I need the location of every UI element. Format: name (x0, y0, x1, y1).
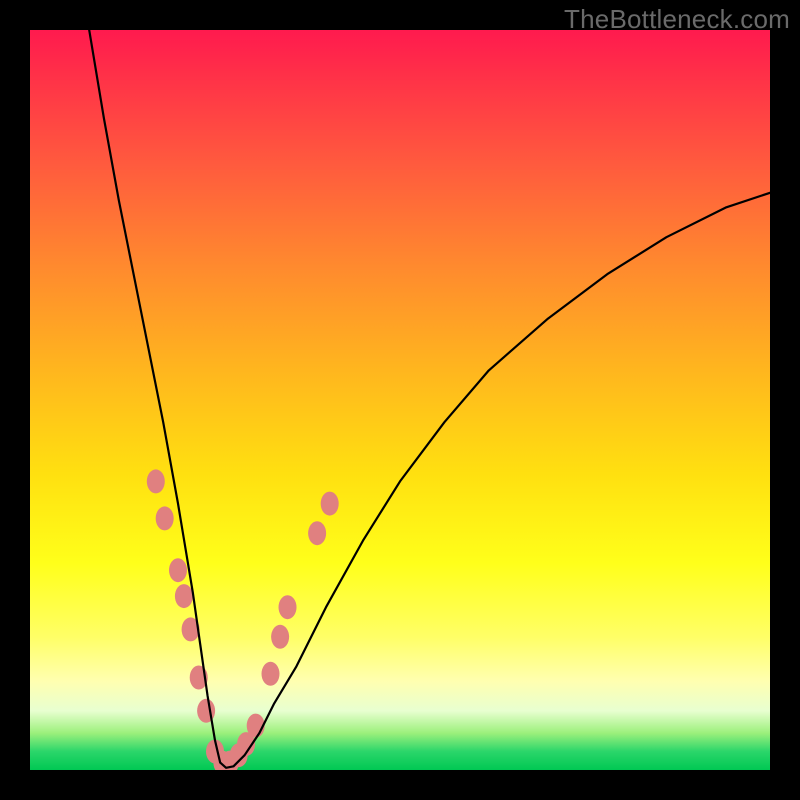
highlight-dot (169, 558, 187, 582)
bottleneck-curve (89, 30, 770, 768)
highlight-dot (321, 492, 339, 516)
highlight-dot (156, 506, 174, 530)
highlight-dot (147, 469, 165, 493)
highlight-dot (262, 662, 280, 686)
highlight-dot (279, 595, 297, 619)
plot-svg (30, 30, 770, 770)
chart-frame: TheBottleneck.com (0, 0, 800, 800)
highlight-dot (271, 625, 289, 649)
highlight-dot (175, 584, 193, 608)
plot-area (30, 30, 770, 770)
highlight-markers (147, 469, 339, 770)
highlight-dot (308, 521, 326, 545)
